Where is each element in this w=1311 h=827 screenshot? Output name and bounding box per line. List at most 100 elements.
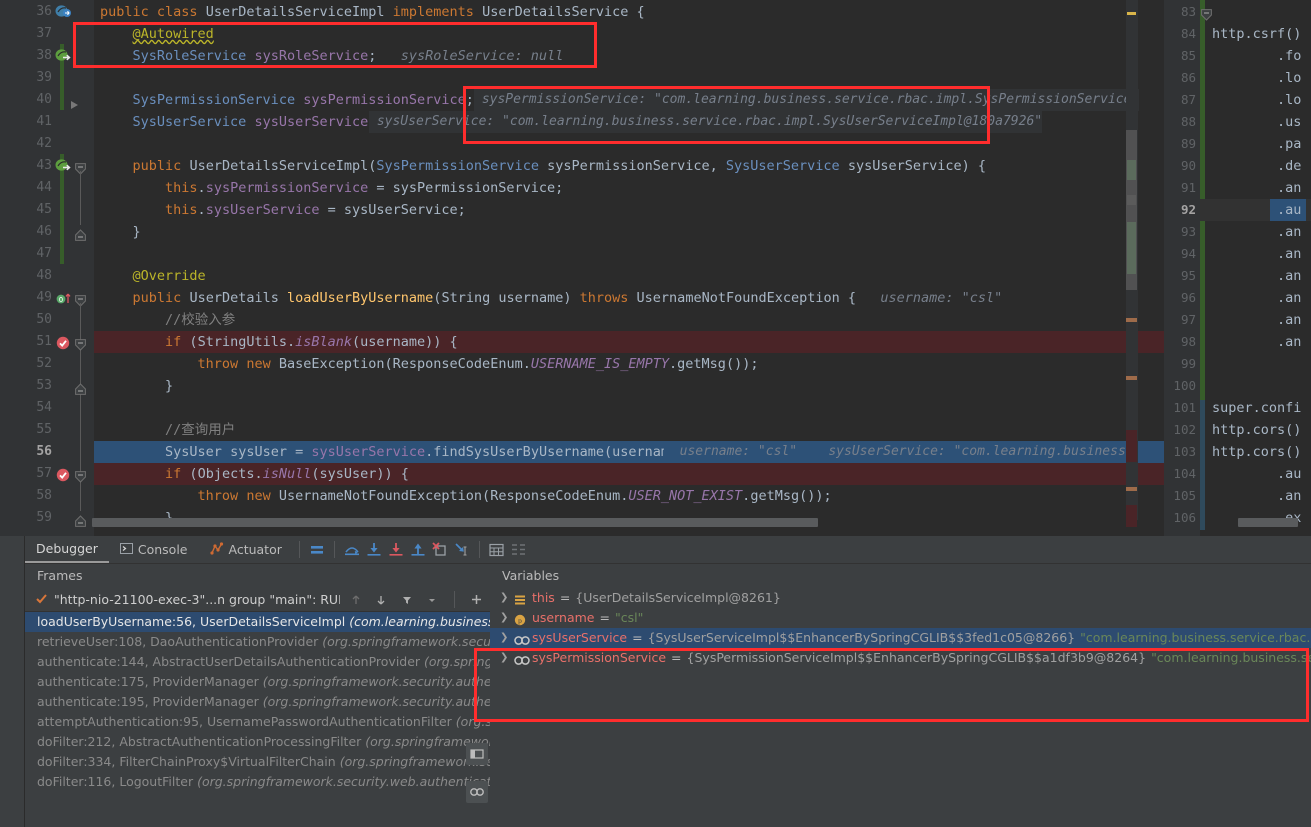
- frame-list-item[interactable]: retrieveUser:108, DaoAuthenticationProvi…: [25, 632, 490, 652]
- code-line[interactable]: .fo: [1208, 45, 1301, 67]
- secondary-editor-code[interactable]: http.csrf() .fo .lo .lo .us .pa .de .an …: [1200, 0, 1311, 536]
- fold-region-start-icon[interactable]: [75, 336, 93, 354]
- filter-icon[interactable]: [397, 589, 416, 611]
- fold-region-end-icon[interactable]: [75, 380, 93, 398]
- main-editor[interactable]: 36 37 38 39 40 41 42 43 44 45 46 47 48 49 50 51 52 53 54 55…: [0, 0, 1164, 536]
- editor-code[interactable]: public class UserDetailsServiceImpl impl…: [94, 0, 1164, 536]
- code-line[interactable]: .au: [1208, 463, 1301, 485]
- code-line[interactable]: if (StringUtils.isBlank(username)) {: [94, 331, 458, 353]
- breakpoint-icon[interactable]: [56, 335, 74, 353]
- arrow-up-icon[interactable]: [346, 589, 365, 611]
- code-line[interactable]: [1208, 375, 1212, 397]
- frames-list[interactable]: loadUserByUsername:56, UserDetailsServic…: [25, 612, 490, 792]
- frame-list-item[interactable]: doFilter:334, FilterChainProxy$VirtualFi…: [25, 752, 490, 772]
- error-stripe-marker-bar[interactable]: [1126, 0, 1138, 527]
- code-line[interactable]: SysUserService sysUserService;: [94, 111, 377, 133]
- frame-list-item[interactable]: doFilter:116, LogoutFilter (org.springfr…: [25, 772, 490, 792]
- code-line[interactable]: .an: [1208, 309, 1301, 331]
- code-line[interactable]: .pa: [1208, 133, 1301, 155]
- code-line[interactable]: .an: [1208, 177, 1301, 199]
- step-out-button[interactable]: [407, 539, 429, 561]
- frame-list-item[interactable]: loadUserByUsername:56, UserDetailsServic…: [25, 612, 490, 632]
- code-line[interactable]: .de: [1208, 155, 1301, 177]
- spring-autowired-icon[interactable]: [55, 48, 73, 66]
- frame-list-item[interactable]: attemptAuthentication:95, UsernamePasswo…: [25, 712, 490, 732]
- chevron-right-icon[interactable]: ❯: [500, 628, 509, 648]
- fold-region-start-icon[interactable]: [75, 292, 93, 310]
- frame-list-item[interactable]: authenticate:195, ProviderManager (org.s…: [25, 692, 490, 712]
- code-line[interactable]: .an: [1208, 331, 1301, 353]
- code-line[interactable]: .an: [1208, 287, 1301, 309]
- fold-region-start-icon[interactable]: [1201, 6, 1212, 28]
- code-line[interactable]: SysRoleService sysRoleService; sysRoleSe…: [94, 45, 564, 67]
- code-line[interactable]: [94, 243, 100, 265]
- secondary-editor[interactable]: 83 84 85 86 87 88 89 90 91 92 93 94 95 96 97 98 99 100 101…: [1164, 0, 1311, 536]
- code-line[interactable]: @Autowired: [94, 23, 214, 45]
- code-line[interactable]: public class UserDetailsServiceImpl impl…: [94, 1, 645, 23]
- chevron-right-icon[interactable]: ❯: [500, 648, 509, 668]
- code-line[interactable]: .us: [1208, 111, 1301, 133]
- code-line[interactable]: [94, 133, 100, 155]
- code-line[interactable]: http.cors(): [1208, 419, 1301, 441]
- override-method-icon[interactable]: O: [56, 291, 74, 309]
- code-line[interactable]: .au: [1208, 199, 1301, 221]
- code-line[interactable]: if (Objects.isNull(sysUser)) {: [94, 463, 409, 485]
- code-line[interactable]: .lo: [1208, 89, 1301, 111]
- editor-scroll-thumb[interactable]: [1126, 130, 1137, 290]
- code-line[interactable]: [1208, 353, 1212, 375]
- spring-bean-class-icon[interactable]: [55, 4, 73, 22]
- code-line[interactable]: .an: [1208, 221, 1301, 243]
- chevron-right-icon[interactable]: ❯: [500, 608, 509, 628]
- code-line[interactable]: [94, 397, 100, 419]
- code-line[interactable]: this.sysUserService = sysUserService;: [94, 199, 466, 221]
- code-line[interactable]: public UserDetails loadUserByUsername(St…: [94, 287, 1003, 309]
- code-line[interactable]: this.sysPermissionService = sysPermissio…: [94, 177, 563, 199]
- vcs-change-marker[interactable]: [1200, 400, 1205, 530]
- variable-row[interactable]: ❯ p username = "csl": [490, 608, 1311, 628]
- code-line[interactable]: @Override: [94, 265, 206, 287]
- show-execution-point-button[interactable]: [306, 539, 328, 561]
- code-line[interactable]: http.csrf(): [1208, 23, 1301, 45]
- mute-breakpoints-icon[interactable]: [466, 781, 488, 803]
- breakpoint-icon[interactable]: [56, 467, 74, 485]
- code-line[interactable]: SysUser sysUser = sysUserService.findSys…: [94, 441, 693, 463]
- thread-selector[interactable]: "http-nio-21100-exec-3"...n group "main"…: [25, 588, 490, 612]
- evaluate-expression-button[interactable]: [486, 539, 508, 561]
- plus-icon[interactable]: [467, 589, 486, 611]
- code-line[interactable]: //校验入参: [94, 309, 235, 331]
- chevron-right-icon[interactable]: ❯: [500, 588, 509, 608]
- code-line[interactable]: //查询用户: [94, 419, 235, 441]
- code-line[interactable]: .an: [1208, 485, 1301, 507]
- spring-autowired-icon[interactable]: [55, 158, 73, 176]
- code-line[interactable]: }: [94, 375, 173, 397]
- code-line[interactable]: throw new UsernameNotFoundException(Resp…: [94, 485, 832, 507]
- drop-frame-button[interactable]: [429, 539, 451, 561]
- fold-region-start-icon[interactable]: [75, 160, 93, 178]
- tab-actuator[interactable]: Actuator: [199, 536, 293, 563]
- run-gutter-arrow-icon[interactable]: [70, 95, 88, 113]
- code-line[interactable]: SysPermissionService sysPermissionServic…: [94, 89, 474, 111]
- code-line[interactable]: http.cors(): [1208, 441, 1301, 463]
- fold-region-end-icon[interactable]: [75, 512, 93, 530]
- code-line[interactable]: [94, 67, 100, 89]
- tab-console[interactable]: Console: [109, 536, 199, 563]
- frame-list-item[interactable]: authenticate:175, ProviderManager (org.s…: [25, 672, 490, 692]
- step-over-button[interactable]: [341, 539, 363, 561]
- frame-list-item[interactable]: authenticate:144, AbstractUserDetailsAut…: [25, 652, 490, 672]
- variable-row[interactable]: ❯ this = {UserDetailsServiceImpl@8261}: [490, 588, 1311, 608]
- fold-region-start-icon[interactable]: [75, 468, 93, 486]
- variables-tree[interactable]: ❯ this = {UserDetailsServiceImpl@8261} ❯ p use…: [490, 588, 1311, 668]
- fold-region-end-icon[interactable]: [75, 226, 93, 244]
- code-line[interactable]: .an: [1208, 265, 1301, 287]
- variable-row[interactable]: ❯ sysUserService = {SysUserServiceImpl$$Enh…: [490, 628, 1311, 648]
- editor-horizontal-scrollbar[interactable]: [92, 518, 818, 527]
- editor-gutter[interactable]: 36 37 38 39 40 41 42 43 44 45 46 47 48 49 50 51 52 53 54 55…: [0, 0, 94, 536]
- secondary-editor-horizontal-scrollbar[interactable]: [1238, 518, 1298, 527]
- code-line[interactable]: .lo: [1208, 67, 1301, 89]
- code-line[interactable]: public UserDetailsServiceImpl(SysPermiss…: [94, 155, 986, 177]
- code-line[interactable]: }: [94, 221, 141, 243]
- step-into-button[interactable]: [363, 539, 385, 561]
- code-line[interactable]: .an: [1208, 243, 1301, 265]
- code-line[interactable]: super.confi: [1208, 397, 1301, 419]
- frame-list-item[interactable]: doFilter:212, AbstractAuthenticationProc…: [25, 732, 490, 752]
